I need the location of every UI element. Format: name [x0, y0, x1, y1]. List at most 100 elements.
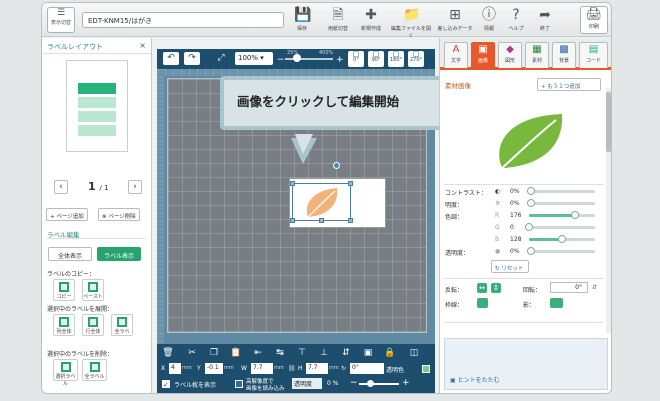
layout-cell[interactable]: [78, 83, 116, 94]
flip-vertical-button[interactable]: ↕: [491, 283, 501, 293]
save-button[interactable]: 💾 保存: [285, 7, 319, 32]
prev-page-button[interactable]: ‹: [54, 180, 68, 194]
distribute-icon[interactable]: ⇵: [340, 347, 352, 359]
delete-page-button[interactable]: ⊗ ページ削除: [98, 208, 140, 221]
zoom-out-icon[interactable]: −: [277, 55, 285, 65]
rotate-180-button[interactable]: □ 180°: [388, 51, 404, 67]
b-slider-knob[interactable]: [558, 235, 566, 243]
new-file-button[interactable]: ✚ 新規作成: [354, 7, 388, 32]
lock-icon[interactable]: 🔒: [384, 347, 396, 359]
panel-scrollbar[interactable]: [606, 88, 611, 333]
tab-barcode[interactable]: ▤ コード: [579, 42, 608, 68]
scrollbar-thumb[interactable]: [606, 92, 611, 152]
g-slider[interactable]: [529, 226, 595, 229]
shadow-button[interactable]: [550, 298, 563, 308]
bring-front-icon[interactable]: ▣: [362, 347, 374, 359]
resize-handle[interactable]: [348, 181, 353, 186]
help-button[interactable]: ? ヘルプ: [503, 7, 529, 32]
height-input[interactable]: 7.7: [306, 363, 328, 374]
flip-horizontal-button[interactable]: ↔: [477, 283, 487, 293]
label-layout-preview[interactable]: [66, 60, 128, 152]
close-icon[interactable]: ×: [139, 41, 146, 50]
y-input[interactable]: -0.1: [205, 363, 223, 374]
trash-icon[interactable]: 🗑: [162, 347, 174, 359]
layout-cell[interactable]: [78, 125, 116, 136]
show-all-toggle[interactable]: 全体表示: [48, 247, 92, 261]
contrast-slider-knob[interactable]: [527, 187, 535, 195]
add-another-button[interactable]: + もう１つ追加: [537, 78, 601, 91]
tab-shape[interactable]: ◆ 図形: [498, 42, 522, 68]
expand-all-button[interactable]: 全ラベ: [111, 314, 133, 336]
rotate-90-button[interactable]: □ 90°: [368, 51, 384, 67]
layer-icon[interactable]: ◫: [408, 347, 420, 359]
view-toggle-button[interactable]: ☰ 表示切替: [47, 7, 75, 33]
align-bottom-icon[interactable]: ⊥: [318, 347, 330, 359]
contrast-slider[interactable]: [529, 190, 595, 193]
cut-icon[interactable]: ✂: [186, 347, 198, 359]
delete-selected-button[interactable]: 選択ラベル: [53, 359, 78, 387]
document-title-field[interactable]: EDT-KNM15/はがき: [82, 12, 284, 28]
print-button[interactable]: 🖨 印刷: [580, 6, 608, 34]
link-icon[interactable]: ⛓: [288, 365, 296, 372]
info-button[interactable]: ⓘ 情報: [476, 7, 502, 32]
tab-material[interactable]: ▦ 素材: [525, 42, 549, 68]
align-left-icon[interactable]: ⇤: [252, 347, 264, 359]
transparency-slider[interactable]: [529, 250, 595, 253]
rotate-stepper-icon[interactable]: ⇵: [592, 284, 597, 291]
copy-button[interactable]: コピー: [53, 279, 75, 301]
layout-cell[interactable]: [78, 111, 116, 122]
g-slider-knob[interactable]: [525, 223, 533, 231]
angle-input[interactable]: 0°: [350, 363, 384, 374]
transparency-slider-knob[interactable]: [527, 247, 535, 255]
show-frame-checkbox[interactable]: ✓: [162, 380, 170, 389]
opacity-slider[interactable]: [359, 383, 399, 385]
x-input[interactable]: 4: [169, 363, 181, 374]
add-page-button[interactable]: + ページ追加: [46, 208, 88, 221]
paste-icon[interactable]: 📋: [230, 347, 242, 359]
reset-button[interactable]: ↻ リセット: [491, 260, 529, 273]
plus-icon[interactable]: +: [402, 378, 410, 388]
merge-data-button[interactable]: ⊞ 差し込みデータ: [435, 7, 475, 32]
brightness-slider[interactable]: [529, 202, 595, 205]
rotate-270-button[interactable]: □ 270°: [408, 51, 424, 67]
minus-icon[interactable]: −: [350, 378, 358, 388]
rotate-input[interactable]: 0°: [550, 282, 588, 293]
exit-button[interactable]: ➦ 終了: [532, 7, 558, 32]
r-slider-knob[interactable]: [570, 211, 579, 219]
collapse-hint-button[interactable]: ▣ ヒントをたたむ: [450, 375, 500, 384]
delete-all-button[interactable]: 全ラベル: [82, 359, 107, 381]
layout-cell[interactable]: [78, 97, 116, 108]
selected-image[interactable]: [290, 181, 353, 223]
tab-text[interactable]: A 文字: [444, 42, 468, 68]
resize-handle[interactable]: [290, 181, 295, 186]
zoom-select[interactable]: 100% ▾: [235, 52, 273, 65]
transparent-color-checkbox[interactable]: [422, 365, 430, 373]
undo-button[interactable]: ↶: [163, 52, 179, 65]
rotate-handle[interactable]: [333, 162, 340, 169]
resize-handle[interactable]: [348, 218, 353, 223]
width-input[interactable]: 7.7: [251, 363, 273, 374]
paper-switch-button[interactable]: 🗎 用紙切替: [321, 7, 355, 32]
paste-button[interactable]: ペースト: [82, 279, 104, 301]
resize-handle[interactable]: [319, 218, 324, 223]
redo-button[interactable]: ↷: [184, 52, 200, 65]
open-file-button[interactable]: 📁 編集ファイルを開く: [389, 7, 433, 39]
expand-column-button[interactable]: 列全体: [53, 314, 75, 336]
hires-checkbox[interactable]: [235, 380, 243, 388]
resize-handle[interactable]: [290, 218, 295, 223]
zoom-in-icon[interactable]: +: [336, 55, 344, 65]
align-top-icon[interactable]: ⊤: [296, 347, 308, 359]
brightness-slider-knob[interactable]: [527, 199, 535, 207]
align-center-icon[interactable]: ↹: [274, 347, 286, 359]
tab-background[interactable]: ▩ 背景: [552, 42, 576, 68]
show-label-toggle[interactable]: ラベル表示: [97, 247, 141, 261]
next-page-button[interactable]: ›: [128, 180, 142, 194]
border-style-button[interactable]: [477, 298, 488, 308]
rotate-0-button[interactable]: □ 0°: [348, 51, 364, 67]
zoom-slider-knob[interactable]: [293, 54, 301, 62]
opacity-slider-knob[interactable]: [367, 380, 374, 387]
fit-button[interactable]: ⤢: [213, 52, 229, 65]
tab-image[interactable]: ▣ 画像: [471, 42, 495, 68]
expand-row-button[interactable]: 行全体: [82, 314, 104, 336]
copy-icon[interactable]: ❐: [208, 347, 220, 359]
